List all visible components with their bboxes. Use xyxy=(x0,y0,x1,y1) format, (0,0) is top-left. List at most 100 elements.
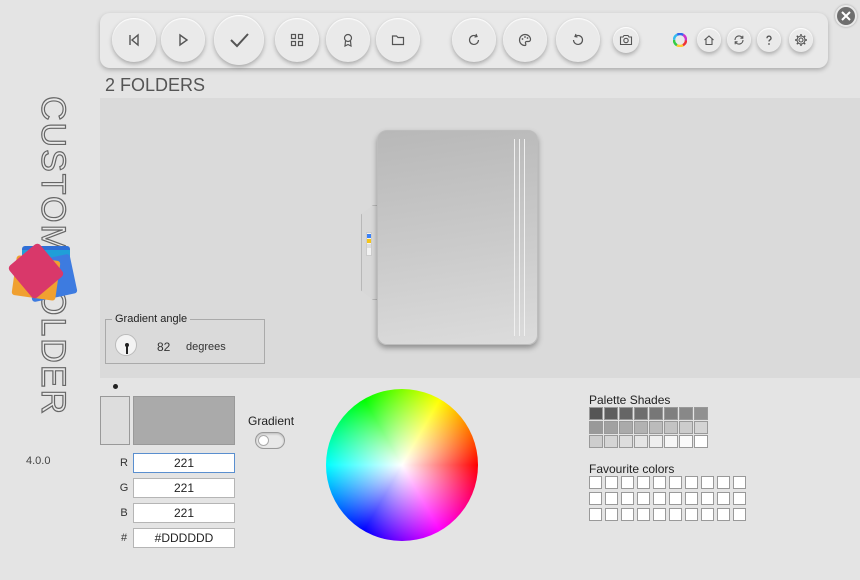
favourite-color-swatch[interactable] xyxy=(653,508,666,521)
toolbar xyxy=(100,13,828,68)
palette-shade-swatch[interactable] xyxy=(649,407,663,420)
previous-button[interactable] xyxy=(112,18,156,62)
original-color-swatch[interactable] xyxy=(100,396,130,445)
favourite-color-swatch[interactable] xyxy=(685,492,698,505)
award-icon xyxy=(343,33,353,47)
refresh-icon xyxy=(468,33,480,46)
palette-shade-swatch[interactable] xyxy=(664,435,678,448)
close-icon xyxy=(841,11,851,21)
favourite-color-swatch[interactable] xyxy=(653,476,666,489)
grid-icon xyxy=(290,33,304,47)
palette-shade-swatch[interactable] xyxy=(664,421,678,434)
color-wheel-button[interactable] xyxy=(668,28,692,52)
play-button[interactable] xyxy=(161,18,205,62)
palette-shade-swatch[interactable] xyxy=(634,435,648,448)
favourite-color-swatch[interactable] xyxy=(589,508,602,521)
palette-shade-swatch[interactable] xyxy=(664,407,678,420)
apply-button[interactable] xyxy=(214,15,264,65)
palette-shade-swatch[interactable] xyxy=(619,407,633,420)
palette-shade-swatch[interactable] xyxy=(604,407,618,420)
palette-shades-label: Palette Shades xyxy=(589,393,671,407)
palette-shade-swatch[interactable] xyxy=(694,435,708,448)
palette-shade-swatch[interactable] xyxy=(694,421,708,434)
favourite-color-swatch[interactable] xyxy=(637,476,650,489)
hex-label: # xyxy=(120,532,128,544)
sync-button[interactable] xyxy=(727,28,751,52)
palette-shade-swatch[interactable] xyxy=(634,421,648,434)
g-label: G xyxy=(119,482,129,494)
color-wheel-icon xyxy=(673,33,687,47)
favourite-color-swatch[interactable] xyxy=(717,508,730,521)
favourite-color-swatch[interactable] xyxy=(733,476,746,489)
blue-input[interactable]: 221 xyxy=(133,503,235,523)
settings-button[interactable] xyxy=(789,28,813,52)
home-button[interactable] xyxy=(697,28,721,52)
home-icon xyxy=(704,35,714,46)
help-button[interactable] xyxy=(757,28,781,52)
favourite-color-swatch[interactable] xyxy=(589,492,602,505)
gradient-angle-legend: Gradient angle xyxy=(112,313,191,325)
favourite-color-swatch[interactable] xyxy=(685,476,698,489)
palette-shade-swatch[interactable] xyxy=(679,407,693,420)
favourite-color-swatch[interactable] xyxy=(669,508,682,521)
palette-shade-swatch[interactable] xyxy=(679,421,693,434)
current-color-swatch[interactable] xyxy=(133,396,235,445)
undo-button[interactable] xyxy=(556,18,600,62)
favourite-color-swatch[interactable] xyxy=(701,508,714,521)
close-button[interactable] xyxy=(835,5,857,27)
angle-knob[interactable] xyxy=(115,334,137,356)
favourite-color-swatch[interactable] xyxy=(669,492,682,505)
favourite-color-swatch[interactable] xyxy=(621,508,634,521)
app-logo xyxy=(8,243,78,302)
favourite-color-swatch[interactable] xyxy=(637,508,650,521)
green-input[interactable]: 221 xyxy=(133,478,235,498)
folder-button[interactable] xyxy=(376,18,420,62)
angle-value: 82 xyxy=(157,340,171,354)
gradient-angle-group: Gradient angle 82 degrees xyxy=(105,313,265,364)
refresh-button[interactable] xyxy=(452,18,496,62)
palette-shade-swatch[interactable] xyxy=(649,421,663,434)
favourite-color-swatch[interactable] xyxy=(733,492,746,505)
palette-shade-swatch[interactable] xyxy=(589,421,603,434)
selection-dot xyxy=(113,384,118,389)
palette-shade-swatch[interactable] xyxy=(589,435,603,448)
color-wheel[interactable] xyxy=(326,389,478,541)
favourite-color-swatch[interactable] xyxy=(605,476,618,489)
favourite-color-swatch[interactable] xyxy=(637,492,650,505)
favourite-color-swatch[interactable] xyxy=(701,476,714,489)
palette-shade-swatch[interactable] xyxy=(619,421,633,434)
favourite-color-swatch[interactable] xyxy=(733,508,746,521)
favourite-color-swatch[interactable] xyxy=(717,476,730,489)
favourite-color-swatch[interactable] xyxy=(717,492,730,505)
grid-button[interactable] xyxy=(275,18,319,62)
favourite-color-swatch[interactable] xyxy=(605,492,618,505)
favourite-color-swatch[interactable] xyxy=(605,508,618,521)
palette-shade-swatch[interactable] xyxy=(634,407,648,420)
favourite-colors-grid xyxy=(589,476,746,521)
palette-shade-swatch[interactable] xyxy=(694,407,708,420)
palette-shade-swatch[interactable] xyxy=(589,407,603,420)
favourite-color-swatch[interactable] xyxy=(589,476,602,489)
skip-back-icon xyxy=(129,33,139,47)
screenshot-button[interactable] xyxy=(613,27,639,53)
favourite-color-swatch[interactable] xyxy=(621,476,634,489)
red-input[interactable]: 221 xyxy=(133,453,235,473)
palette-shade-swatch[interactable] xyxy=(679,435,693,448)
favourite-color-swatch[interactable] xyxy=(621,492,634,505)
palette-shade-swatch[interactable] xyxy=(604,421,618,434)
angle-unit: degrees xyxy=(186,341,226,353)
favourite-color-swatch[interactable] xyxy=(701,492,714,505)
palette-button[interactable] xyxy=(503,18,547,62)
palette-shade-swatch[interactable] xyxy=(619,435,633,448)
play-icon xyxy=(179,33,189,47)
hex-input[interactable]: #DDDDDD xyxy=(133,528,235,548)
gradient-toggle[interactable] xyxy=(255,432,285,449)
badge-button[interactable] xyxy=(326,18,370,62)
favourite-color-swatch[interactable] xyxy=(685,508,698,521)
palette-shade-swatch[interactable] xyxy=(604,435,618,448)
palette-shades-grid xyxy=(589,407,708,448)
favourite-color-swatch[interactable] xyxy=(653,492,666,505)
version-label: 4.0.0 xyxy=(26,455,51,467)
favourite-color-swatch[interactable] xyxy=(669,476,682,489)
palette-shade-swatch[interactable] xyxy=(649,435,663,448)
